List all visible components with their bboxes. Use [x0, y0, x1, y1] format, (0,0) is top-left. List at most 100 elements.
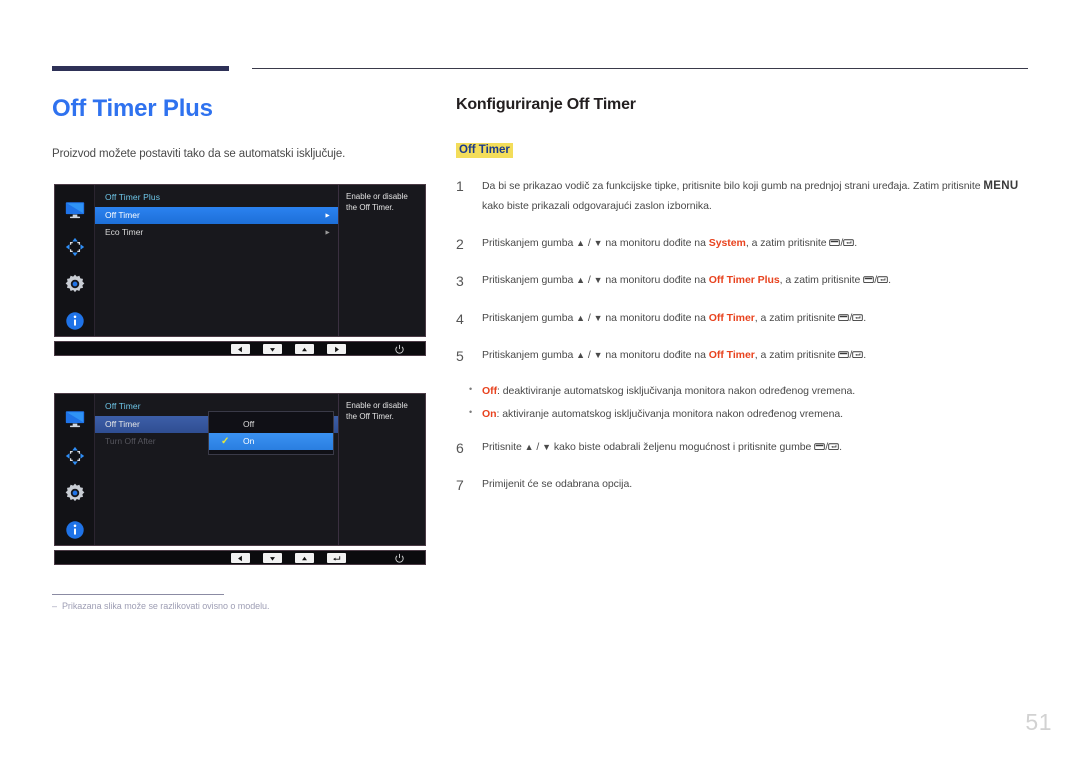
bullet-item: On: aktiviranje automatskog isključivanj…: [456, 405, 1028, 423]
step-number: 2: [456, 235, 464, 252]
power-icon[interactable]: [393, 343, 405, 355]
osd1-row-eco-timer-label: Eco Timer: [105, 227, 144, 237]
osd1-row-eco-timer[interactable]: Eco Timer ►: [95, 224, 338, 241]
power-icon[interactable]: [393, 552, 405, 564]
back-button-icon: [838, 310, 850, 329]
back-button-icon: [829, 235, 841, 254]
step-item: 7 Primijenit će se odabrana opcija.: [456, 475, 1028, 494]
osd2-option-off[interactable]: Off: [209, 416, 333, 433]
right-column: Konfiguriranje Off Timer Off Timer 1 Da b…: [456, 96, 1028, 512]
osd2-option-off-label: Off: [243, 419, 255, 429]
osd1-row-off-timer[interactable]: Off Timer ►: [95, 207, 338, 224]
header-rule-thin: [252, 68, 1028, 69]
step-text-fragment: Primijenit će se odabrana opcija.: [482, 478, 633, 491]
chevron-right-icon: ►: [324, 212, 331, 219]
step-item: 2 Pritiskanjem gumba ▲ / ▼ na monitoru do…: [456, 234, 1028, 254]
osd2-menu-title: Off Timer: [105, 401, 141, 411]
step-text-fragment: , a zatim pritisnite: [754, 311, 839, 324]
osd2-key-bar: [54, 550, 426, 565]
four-way-arrows-icon[interactable]: [64, 236, 86, 258]
keyword-highlight: On: [482, 408, 497, 421]
enter-button-icon: [843, 235, 855, 254]
step-text-fragment: /: [585, 274, 594, 287]
monitor-icon[interactable]: [64, 408, 86, 430]
gear-icon[interactable]: [64, 482, 86, 504]
header-rule-thick: [52, 66, 229, 71]
step-text-fragment: .: [863, 348, 867, 361]
direction-arrow-glyph: ▼: [593, 349, 603, 360]
direction-arrow-glyph: ▲: [524, 441, 534, 452]
keyword-highlight: System: [708, 236, 746, 249]
step-text-fragment: /: [585, 311, 594, 324]
step-text-fragment: .: [863, 311, 867, 324]
footnote-divider: [52, 594, 224, 595]
step-text-fragment: /: [585, 236, 594, 249]
step-number: 3: [456, 273, 464, 290]
osd-screenshot-2: Off Timer Off Timer Turn Off After Off ✓…: [54, 393, 426, 565]
direction-arrow-glyph: ▲: [576, 349, 586, 360]
up-arrow-key[interactable]: [295, 344, 314, 354]
enter-button-icon: [852, 347, 863, 366]
direction-arrow-glyph: ▼: [542, 441, 551, 452]
step-text-fragment: .: [854, 236, 858, 249]
highlight-label: Off Timer: [456, 143, 513, 158]
osd2-sidebar: [55, 394, 95, 545]
direction-arrow-glyph: ▼: [593, 237, 603, 248]
enter-key[interactable]: [327, 553, 346, 563]
step-text-fragment: Pritiskanjem gumba: [482, 311, 577, 324]
step-text-fragment: : deaktiviranje automatskog isključivanj…: [497, 385, 856, 398]
step-item: 3 Pritiskanjem gumba ▲ / ▼ na monitoru do…: [456, 271, 1028, 291]
osd1-help-text: Enable or disable the Off Timer.: [339, 185, 425, 336]
section-title: Konfiguriranje Off Timer: [456, 96, 636, 113]
osd2-help-text: Enable or disable the Off Timer.: [339, 394, 425, 545]
footnote-text: Prikazana slika može se razlikovati ovis…: [61, 601, 270, 611]
enter-button-icon: [828, 439, 839, 458]
step-number: 7: [456, 477, 464, 494]
four-way-arrows-icon[interactable]: [64, 445, 86, 467]
direction-arrow-glyph: ▲: [576, 237, 586, 248]
monitor-icon[interactable]: [64, 199, 86, 221]
osd2-menu-panel: Off Timer Off Timer Turn Off After Off ✓…: [95, 394, 339, 545]
left-column: Off Timer Plus Proizvod možete postaviti…: [52, 95, 432, 160]
back-button-icon: [838, 347, 850, 366]
step-number: 5: [456, 347, 464, 364]
right-arrow-key[interactable]: [327, 344, 346, 354]
info-icon[interactable]: [64, 519, 86, 541]
osd2-row-turn-off-after-label: Turn Off After: [105, 436, 156, 446]
direction-arrow-glyph: ▲: [576, 312, 586, 323]
step-text-fragment: Pritisnite: [482, 440, 525, 453]
osd2-option-popup: Off ✓ On: [208, 411, 334, 455]
footnote-dash: ‒: [52, 601, 57, 611]
keyword-highlight: Off Timer: [708, 311, 755, 324]
chevron-right-icon: ►: [324, 229, 331, 236]
keyword-highlight: Off Timer: [708, 348, 755, 361]
enter-button-icon: [877, 272, 888, 291]
info-icon[interactable]: [64, 310, 86, 332]
direction-arrow-glyph: ▲: [576, 275, 586, 286]
down-arrow-key[interactable]: [263, 553, 282, 563]
page-number: 51: [1025, 709, 1052, 735]
step-text-fragment: kako biste prikazali odgovarajući zaslon…: [482, 200, 712, 213]
gear-icon[interactable]: [64, 273, 86, 295]
step-text-fragment: , a zatim pritisnite: [745, 236, 830, 249]
down-arrow-key[interactable]: [263, 344, 282, 354]
step-text-fragment: na monitoru dođite na: [602, 348, 709, 361]
left-arrow-key[interactable]: [231, 344, 250, 354]
direction-arrow-glyph: ▼: [593, 312, 603, 323]
osd2-body: Off Timer Off Timer Turn Off After Off ✓…: [54, 393, 426, 546]
option-bullets: Off: deaktiviranje automatskog isključiv…: [456, 382, 1028, 423]
osd1-sidebar: [55, 185, 95, 336]
menu-button-label: MENU: [983, 180, 1019, 192]
osd1-menu-title: Off Timer Plus: [105, 192, 161, 202]
left-arrow-key[interactable]: [231, 553, 250, 563]
keyword-highlight: Off Timer Plus: [708, 274, 780, 287]
steps-list-tail: 6 Pritisnite ▲ / ▼ kako biste odabrali že…: [456, 438, 1028, 495]
step-text-fragment: : aktiviranje automatskog isključivanja …: [496, 408, 844, 421]
osd1-body: Off Timer Plus Off Timer ► Eco Timer ► E…: [54, 184, 426, 337]
osd2-option-on[interactable]: ✓ On: [209, 433, 333, 450]
step-text-fragment: .: [888, 274, 891, 287]
step-text-fragment: .: [839, 440, 842, 453]
step-number: 4: [456, 310, 464, 327]
step-number: 6: [456, 439, 464, 456]
up-arrow-key[interactable]: [295, 553, 314, 563]
